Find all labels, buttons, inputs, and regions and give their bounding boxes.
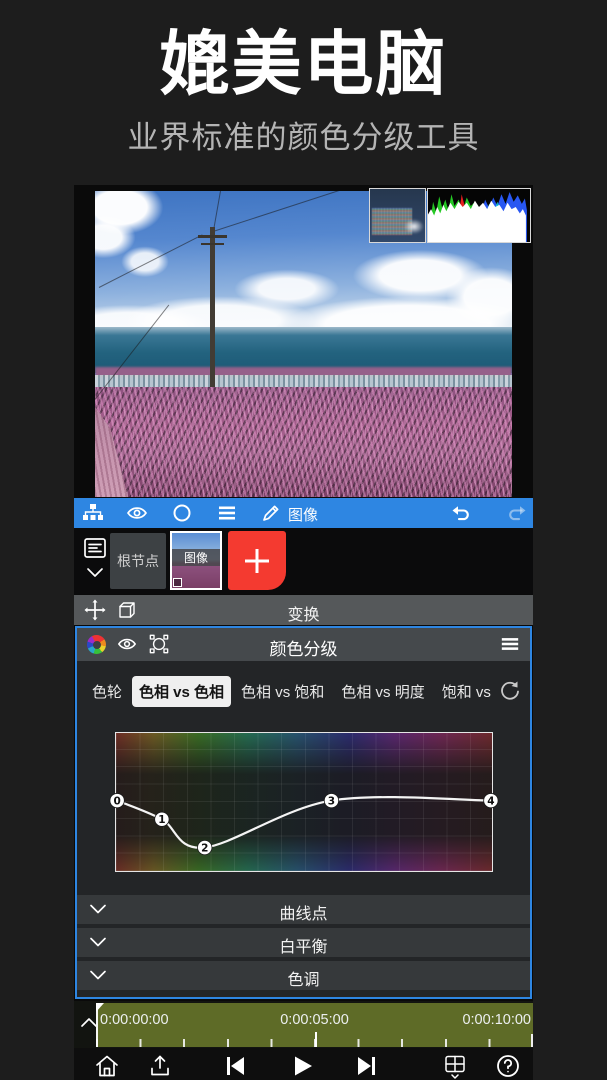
timeline: 0:00:00:00 0:00:05:00 0:00:10:00 xyxy=(74,1001,533,1048)
histogram-graph xyxy=(428,189,530,242)
selected-clip-label: 图像 xyxy=(288,504,318,525)
tab-hue-vs-sat[interactable]: 色相 vs 饱和 xyxy=(234,676,331,707)
redo-icon[interactable] xyxy=(506,502,528,524)
skip-start-icon[interactable] xyxy=(222,1053,248,1079)
svg-text:3: 3 xyxy=(328,795,335,807)
root-node-label: 根节点 xyxy=(117,551,159,571)
tab-hue-vs-lum[interactable]: 色相 vs 明度 xyxy=(334,676,431,707)
root-node-button[interactable]: 根节点 xyxy=(110,533,166,589)
curve-point-2[interactable]: 2 xyxy=(198,840,212,854)
vectorscope-cloud xyxy=(404,219,424,234)
node-track-strip: 根节点 图像 xyxy=(74,528,533,594)
menu-icon[interactable] xyxy=(216,502,238,524)
section-label: 白平衡 xyxy=(77,933,530,957)
svg-text:2: 2 xyxy=(201,842,208,854)
panel-title: 颜色分级 xyxy=(77,635,530,660)
skip-end-icon[interactable] xyxy=(354,1053,380,1079)
transform-row[interactable]: 变换 xyxy=(74,595,533,625)
timecode-start: 0:00:00:00 xyxy=(100,1012,169,1028)
home-icon[interactable] xyxy=(94,1053,120,1079)
bottom-toolbar xyxy=(74,1048,533,1080)
preview-flower-field xyxy=(95,387,512,497)
curve-point-4[interactable]: 4 xyxy=(484,793,498,807)
svg-text:0: 0 xyxy=(113,795,120,807)
hue-curve-editor[interactable]: 0 1 2 3 4 xyxy=(115,732,493,872)
ruler-end-tick xyxy=(531,1034,533,1047)
circle-mask-icon[interactable] xyxy=(171,502,193,524)
section-label: 色调 xyxy=(77,966,530,990)
reset-refresh-icon[interactable] xyxy=(498,679,522,703)
page-title: 媲美电脑 xyxy=(0,8,607,109)
export-icon[interactable] xyxy=(147,1053,173,1079)
storyboard-icon[interactable] xyxy=(83,537,107,559)
color-grading-header[interactable]: 颜色分级 xyxy=(77,628,530,661)
video-scopes[interactable] xyxy=(369,188,531,243)
svg-text:1: 1 xyxy=(158,814,165,826)
tabs-scroll-area: 色轮 色相 vs 色相 色相 vs 饱和 色相 vs 明度 饱和 vs 饱和 xyxy=(85,676,494,707)
eye-icon[interactable] xyxy=(126,502,148,524)
pole-crossarm xyxy=(201,243,224,245)
timecode-end: 0:00:10:00 xyxy=(462,1012,531,1028)
hue-curve-graph[interactable]: 0 1 2 3 4 xyxy=(116,733,492,871)
section-white-balance[interactable]: 白平衡 xyxy=(77,928,530,957)
section-tone[interactable]: 色调 xyxy=(77,961,530,990)
curve-point-3[interactable]: 3 xyxy=(324,793,338,807)
undo-icon[interactable] xyxy=(450,502,472,524)
timecode-mid: 0:00:05:00 xyxy=(280,1012,349,1028)
section-curve-points[interactable]: 曲线点 xyxy=(77,895,530,924)
clip-badge-icon xyxy=(173,578,182,587)
tab-sat-vs-sat[interactable]: 饱和 vs 饱和 xyxy=(435,676,494,707)
page-subtitle: 业界标准的颜色分级工具 xyxy=(0,112,607,157)
edit-toolbar: 图像 xyxy=(74,498,533,528)
playhead-flag[interactable] xyxy=(96,1003,104,1012)
curve-point-1[interactable]: 1 xyxy=(155,812,169,826)
color-grading-panel: 颜色分级 色轮 色相 vs 色相 色相 vs 饱和 色相 vs 明度 饱和 vs… xyxy=(75,626,532,999)
timeline-ruler[interactable]: 0:00:00:00 0:00:05:00 0:00:10:00 xyxy=(96,1003,533,1047)
app-screenshot: 图像 根节点 图像 xyxy=(74,185,533,1080)
curve-point-0[interactable]: 0 xyxy=(110,793,124,807)
help-icon[interactable] xyxy=(495,1053,521,1079)
ruler-major-tick xyxy=(315,1032,317,1047)
chevron-down-icon[interactable] xyxy=(85,566,105,580)
curve-mode-tabs: 色轮 色相 vs 色相 色相 vs 饱和 色相 vs 明度 饱和 vs 饱和 xyxy=(77,674,530,708)
edit-pencil-icon[interactable] xyxy=(260,502,282,524)
play-icon[interactable] xyxy=(289,1053,315,1079)
project-frame-icon[interactable] xyxy=(442,1053,468,1079)
image-node-thumbnail[interactable]: 图像 xyxy=(170,531,222,590)
rgb-histogram[interactable] xyxy=(427,188,531,243)
section-label: 曲线点 xyxy=(77,900,530,924)
image-node-label: 图像 xyxy=(172,549,220,566)
svg-text:4: 4 xyxy=(487,795,494,807)
tab-hue-vs-hue[interactable]: 色相 vs 色相 xyxy=(132,676,231,707)
pole-crossarm xyxy=(198,235,227,238)
vectorscope-thumbnail[interactable] xyxy=(369,188,426,243)
add-node-button[interactable] xyxy=(228,531,286,590)
node-tree-icon[interactable] xyxy=(82,502,104,524)
telephone-pole xyxy=(210,227,215,387)
transform-label: 变换 xyxy=(74,601,533,625)
tab-color-wheel[interactable]: 色轮 xyxy=(85,676,129,707)
panel-menu-icon[interactable] xyxy=(500,634,520,654)
